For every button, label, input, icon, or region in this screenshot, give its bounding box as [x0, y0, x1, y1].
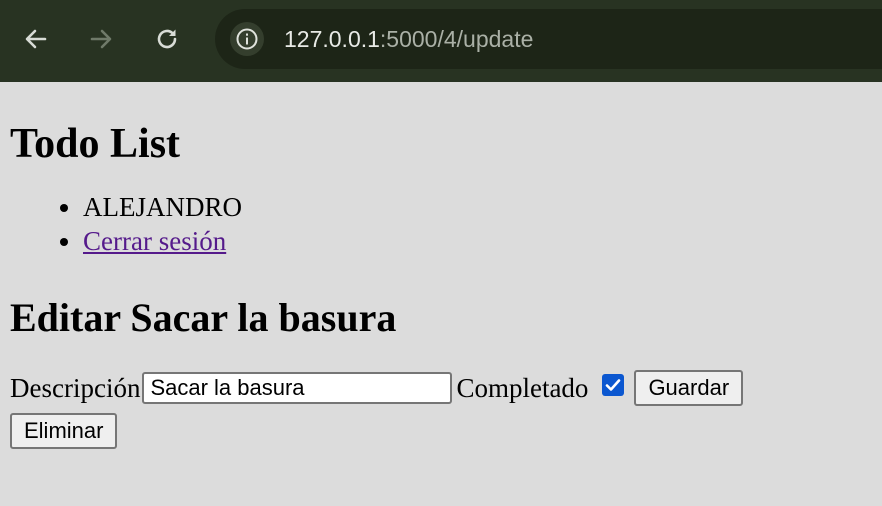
back-button[interactable] [20, 22, 52, 56]
checkmark-icon [606, 378, 621, 391]
completed-label: Completado [456, 372, 589, 403]
site-info-button[interactable] [230, 22, 264, 56]
url-text[interactable]: 127.0.0.1:5000/4/update [284, 24, 533, 54]
description-input[interactable] [142, 371, 453, 404]
reload-icon [157, 29, 177, 49]
page-title: Todo List [10, 121, 181, 167]
address-bar[interactable]: 127.0.0.1:5000/4/update [215, 9, 882, 69]
edit-form: Descripción Completado Guardar Eliminar [10, 366, 872, 449]
page-content: Todo List ALEJANDRO Cerrar sesión Editar… [0, 82, 882, 449]
delete-button[interactable]: Eliminar [10, 412, 118, 449]
logout-link[interactable]: Cerrar sesión [83, 226, 226, 256]
forward-button[interactable] [85, 22, 117, 56]
description-label: Descripción [10, 372, 141, 403]
back-arrow-icon [25, 29, 47, 49]
forward-arrow-icon [90, 29, 112, 49]
save-button[interactable]: Guardar [634, 369, 744, 406]
browser-toolbar: 127.0.0.1:5000/4/update [0, 0, 882, 82]
logout-item: Cerrar sesión [83, 224, 872, 258]
button-row: Eliminar [10, 409, 872, 449]
user-name-item: ALEJANDRO [83, 190, 872, 224]
user-menu: ALEJANDRO Cerrar sesión [10, 190, 872, 258]
reload-button[interactable] [151, 22, 183, 56]
completed-checkbox[interactable] [602, 373, 625, 396]
url-host: 127.0.0.1 [284, 26, 380, 52]
url-path: :5000/4/update [379, 26, 534, 52]
info-icon [236, 28, 258, 50]
edit-heading: Editar Sacar la basura [10, 295, 397, 340]
